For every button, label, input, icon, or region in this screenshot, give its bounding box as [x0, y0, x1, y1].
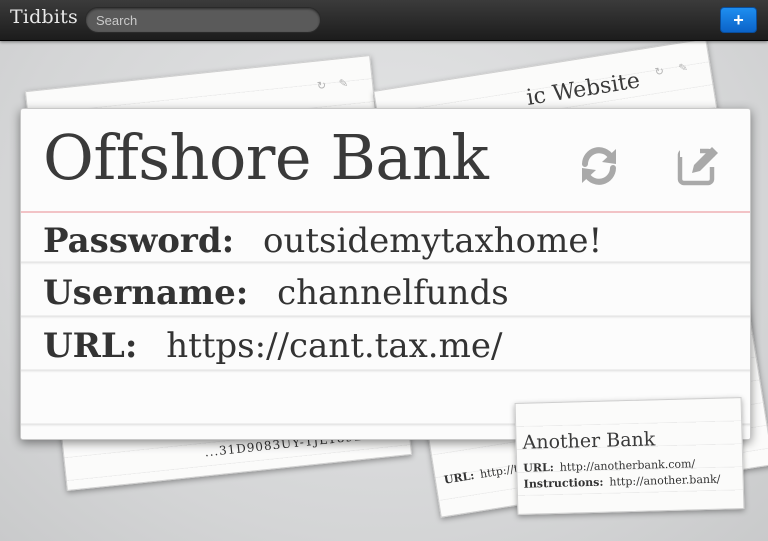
password-value[interactable]: outsidemytaxhome!: [263, 221, 602, 261]
search-input[interactable]: [85, 7, 321, 33]
card-instructions: Instructions: http://another.bank/: [523, 472, 721, 491]
edit-icon[interactable]: ✎: [678, 61, 689, 75]
refresh-icon[interactable]: ↻: [316, 79, 327, 93]
edit-icon[interactable]: ✎: [338, 76, 349, 90]
plus-icon: +: [733, 9, 744, 30]
url-value[interactable]: https://cant.tax.me/: [166, 326, 502, 366]
refresh-icon[interactable]: [576, 143, 622, 189]
card-url: URL: http://anotherbank.com/: [523, 457, 696, 475]
username-field: Username: channelfunds: [43, 273, 509, 313]
url-label: URL:: [43, 326, 138, 366]
edit-icon[interactable]: [676, 143, 722, 189]
background-card-another-bank[interactable]: Another Bank URL: http://anotherbank.com/…: [514, 397, 745, 515]
app-title: Tidbits: [10, 6, 78, 28]
username-label: Username:: [43, 273, 249, 313]
password-field: Password: outsidemytaxhome!: [43, 221, 602, 261]
tidbit-card: Offshore Bank Password: outsidemytaxhome…: [20, 108, 751, 440]
url-field: URL: https://cant.tax.me/: [43, 326, 502, 366]
title-divider: [21, 211, 750, 213]
password-label: Password:: [43, 221, 235, 261]
card-title: Offshore Bank: [43, 121, 489, 194]
username-value[interactable]: channelfunds: [277, 273, 509, 313]
card-title: Another Bank: [522, 428, 656, 454]
refresh-icon[interactable]: ↻: [654, 64, 665, 78]
add-button[interactable]: +: [720, 7, 757, 33]
top-bar: Tidbits +: [0, 0, 768, 41]
